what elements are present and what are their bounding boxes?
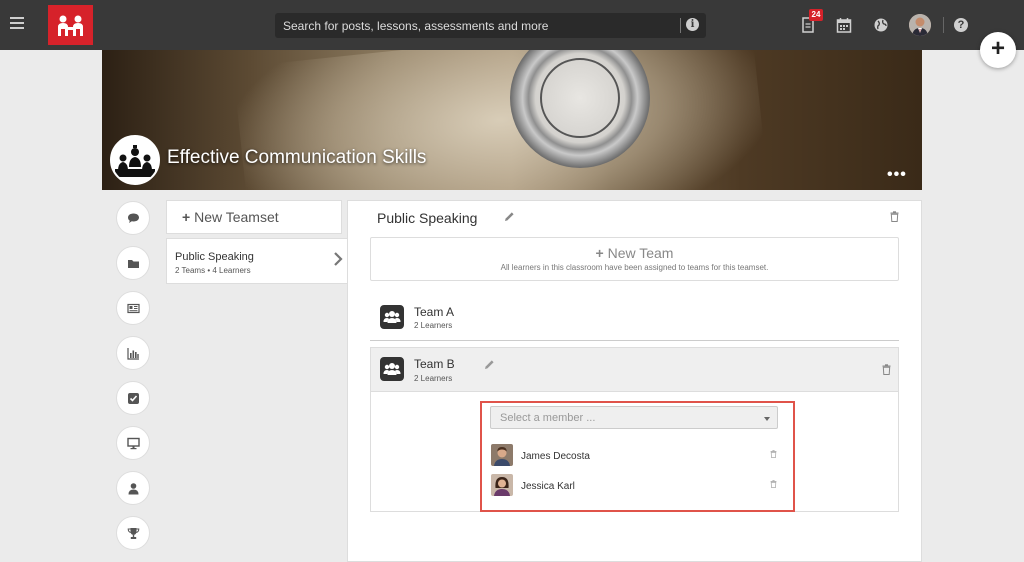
team-group-icon — [380, 305, 404, 329]
teamset-item-public-speaking[interactable]: Public Speaking 2 Teams • 4 Learners — [166, 238, 348, 284]
watch-face — [540, 58, 620, 138]
plus-icon: + — [182, 209, 191, 225]
checkbox-icon[interactable] — [116, 381, 150, 415]
team-name: Team B — [414, 357, 455, 371]
notification-badge: 24 — [809, 9, 823, 21]
new-teamset-button[interactable]: + New Teamset — [166, 200, 342, 234]
globe-icon[interactable] — [873, 17, 889, 33]
teamset-title: Public Speaking — [377, 210, 478, 226]
new-team-button[interactable]: + New Team All learners in this classroo… — [370, 237, 899, 281]
remove-member-trash-icon[interactable] — [770, 450, 777, 458]
search-input[interactable] — [275, 13, 675, 38]
delete-team-trash-icon[interactable] — [882, 364, 891, 375]
member-name: James Decosta — [521, 451, 590, 462]
member-name: Jessica Karl — [521, 481, 575, 492]
info-icon[interactable]: i — [686, 18, 699, 31]
search-divider — [680, 18, 681, 33]
new-team-label: New Team — [607, 245, 674, 261]
member-avatar — [491, 474, 513, 496]
help-icon[interactable]: ? — [954, 18, 968, 32]
user-icon[interactable] — [116, 471, 150, 505]
banner-map-image — [232, 50, 772, 190]
new-team-note: All learners in this classroom have been… — [500, 263, 769, 272]
new-teamset-label: New Teamset — [194, 209, 279, 225]
course-avatar — [110, 135, 160, 185]
monitor-icon[interactable] — [116, 426, 150, 460]
member-select[interactable]: Select a member ... — [490, 406, 778, 429]
banner-more-icon[interactable]: ••• — [887, 167, 907, 183]
remove-member-trash-icon[interactable] — [770, 480, 777, 488]
teamset-name: Public Speaking — [175, 251, 254, 263]
course-title: Effective Communication Skills — [167, 147, 427, 168]
chevron-right-icon — [334, 252, 343, 266]
search-bar — [275, 13, 706, 38]
logo-icon[interactable] — [48, 5, 93, 45]
course-banner — [102, 50, 922, 190]
comment-icon[interactable] — [116, 201, 150, 235]
member-select-placeholder: Select a member ... — [500, 412, 596, 424]
team-meta: 2 Learners — [414, 374, 453, 383]
trophy-icon[interactable] — [116, 516, 150, 550]
calendar-icon[interactable] — [836, 17, 852, 33]
menu-icon[interactable] — [10, 17, 24, 31]
team-name: Team A — [414, 305, 455, 319]
bar-chart-icon[interactable] — [116, 336, 150, 370]
teamset-meta: 2 Teams • 4 Learners — [175, 266, 251, 275]
user-avatar[interactable] — [909, 14, 931, 36]
divider — [370, 340, 899, 341]
caret-down-icon — [764, 417, 770, 421]
member-avatar — [491, 444, 513, 466]
toolbar-divider — [943, 17, 944, 33]
folder-icon[interactable] — [116, 246, 150, 280]
edit-teamset-pencil-icon[interactable] — [504, 211, 515, 222]
team-meta: 2 Learners — [414, 321, 453, 330]
plus-icon: + — [595, 245, 608, 261]
edit-team-pencil-icon[interactable] — [484, 359, 495, 370]
create-button[interactable]: + — [980, 32, 1016, 68]
delete-teamset-trash-icon[interactable] — [890, 211, 899, 222]
newspaper-icon[interactable] — [116, 291, 150, 325]
team-group-icon — [380, 357, 404, 381]
